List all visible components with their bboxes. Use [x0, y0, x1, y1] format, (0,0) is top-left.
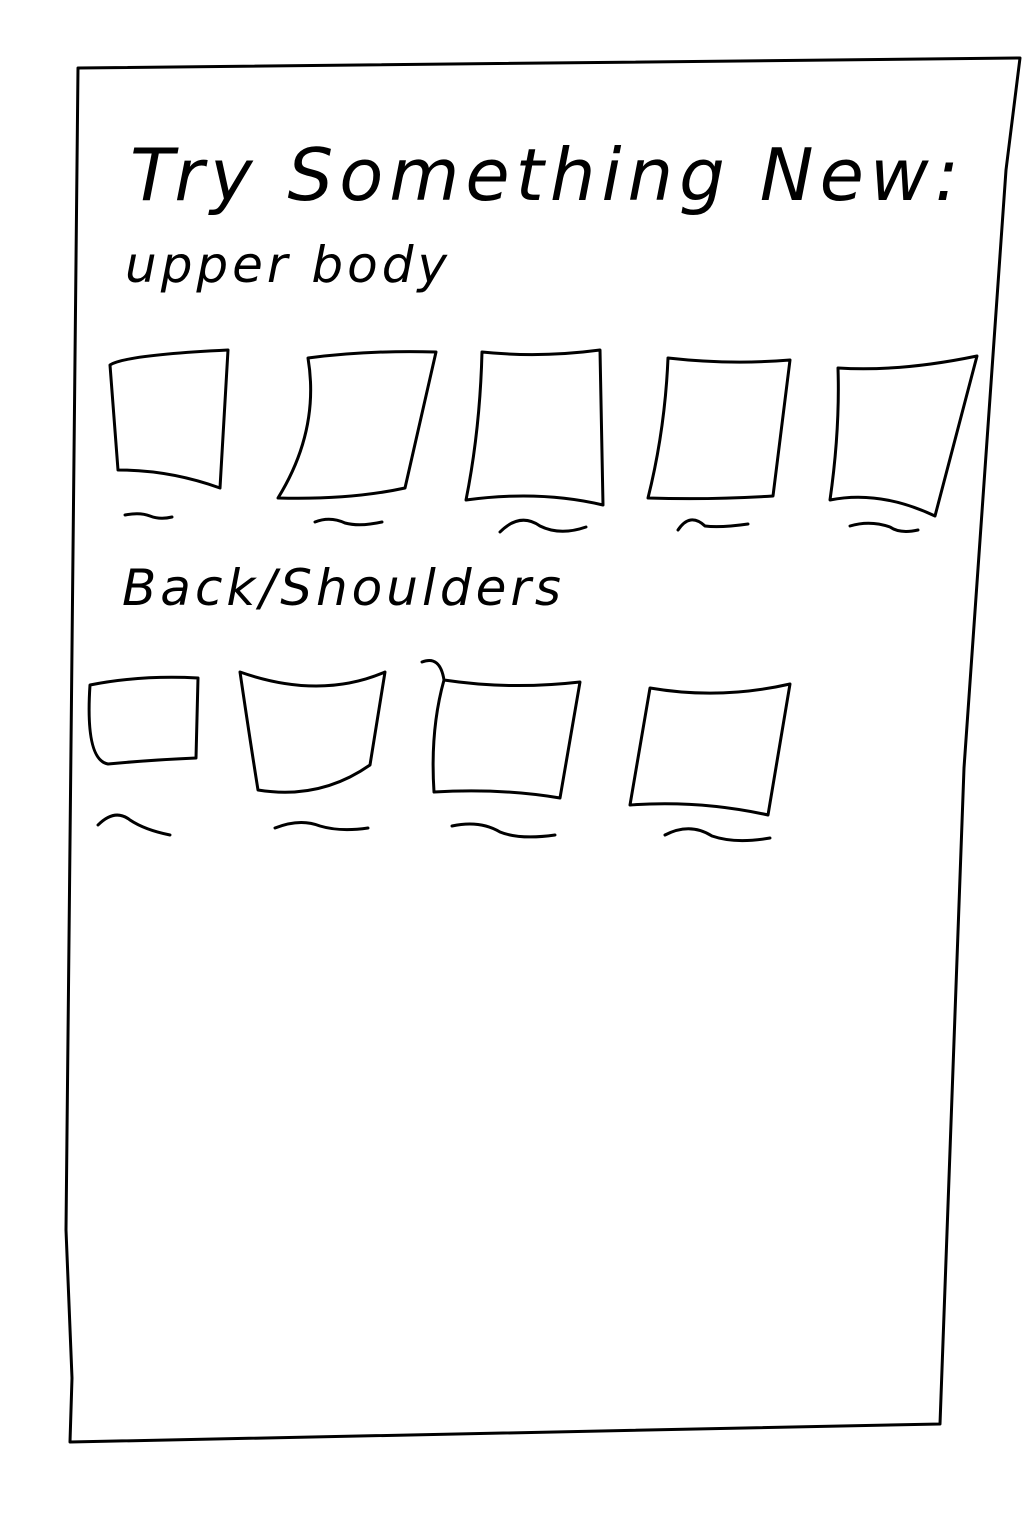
exercise-thumbnail[interactable]	[646, 356, 792, 501]
section-heading-back-shoulders: Back/Shoulders	[122, 559, 565, 617]
exercise-label-scribble	[848, 521, 920, 533]
exercise-label-scribble	[498, 518, 588, 534]
exercise-card[interactable]	[646, 356, 792, 532]
exercise-thumbnail[interactable]	[238, 670, 387, 794]
exercise-label-scribble	[123, 512, 174, 520]
exercise-card[interactable]	[276, 350, 438, 527]
exercise-thumbnail[interactable]	[420, 659, 582, 800]
exercise-label-scribble	[96, 813, 172, 837]
phone-screen-sketch: Try Something New: upper body Back/Shoul…	[64, 56, 1022, 1444]
exercise-thumbnail[interactable]	[628, 682, 792, 817]
exercise-label-scribble	[273, 821, 370, 832]
exercise-thumbnail[interactable]	[828, 354, 979, 518]
exercise-card[interactable]	[238, 670, 387, 832]
exercise-label-scribble	[663, 827, 772, 843]
exercise-label-scribble	[313, 517, 384, 527]
exercise-card[interactable]	[828, 354, 979, 533]
exercise-card[interactable]	[108, 348, 230, 520]
exercise-thumbnail[interactable]	[108, 348, 230, 490]
section-heading-upper-body: upper body	[125, 236, 451, 294]
exercise-card[interactable]	[464, 348, 605, 534]
upper-body-card-row	[108, 348, 979, 534]
exercise-label-scribble	[450, 822, 557, 839]
exercise-thumbnail[interactable]	[87, 675, 200, 766]
exercise-thumbnail[interactable]	[276, 350, 438, 500]
exercise-card[interactable]	[420, 659, 582, 839]
back-shoulders-card-row	[87, 659, 792, 843]
page-title: Try Something New:	[130, 133, 965, 217]
exercise-card[interactable]	[628, 682, 792, 843]
exercise-thumbnail[interactable]	[464, 348, 605, 507]
exercise-label-scribble	[676, 518, 750, 532]
exercise-card[interactable]	[87, 675, 200, 837]
